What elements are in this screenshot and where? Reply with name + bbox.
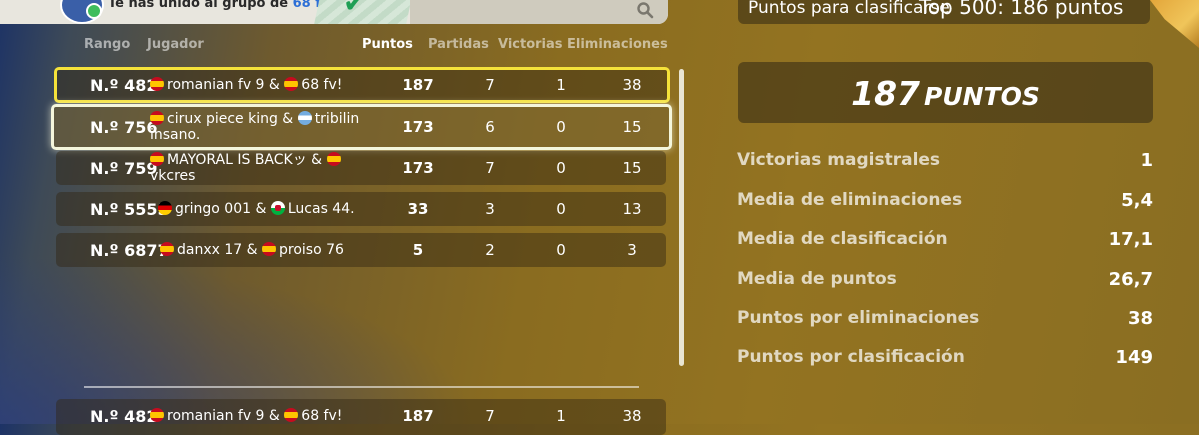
spain-flag-icon: [150, 77, 164, 91]
spain-flag-icon: [150, 152, 164, 166]
row-matches: 7: [485, 76, 495, 94]
row-player-names: cirux piece king & tribilin insano.: [150, 111, 360, 143]
row-matches: 7: [485, 159, 495, 177]
row-eliminations: 15: [622, 159, 642, 177]
row-points: 187: [402, 76, 434, 94]
spain-flag-icon: [326, 152, 341, 166]
stat-label: Media de clasificación: [737, 229, 948, 249]
row-wins: 1: [556, 76, 566, 94]
row-rank: N.º 482: [90, 407, 158, 426]
column-header-rank[interactable]: Rango: [84, 37, 130, 52]
search-icon[interactable]: [636, 1, 654, 19]
corner-artwork: [1150, 0, 1199, 48]
spain-flag-icon: [150, 408, 164, 422]
column-header-player[interactable]: Jugador: [147, 37, 204, 52]
row-player-names: romanian fv 9 & 68 fv!: [150, 77, 342, 93]
qualify-threshold-value: Top 500: 186 puntos: [919, 0, 1124, 19]
row-matches: 7: [485, 407, 495, 425]
row-points: 173: [402, 159, 434, 177]
row-rank: N.º 759: [90, 159, 158, 178]
stat-value: 26,7: [1108, 269, 1153, 290]
row-eliminations: 38: [622, 76, 642, 94]
check-icon: ✔: [343, 0, 367, 19]
row-matches: 2: [485, 241, 495, 259]
stat-label: Puntos por eliminaciones: [737, 308, 980, 328]
row-eliminations: 38: [622, 407, 642, 425]
stat-label: Media de puntos: [737, 269, 897, 289]
stat-value: 1: [1140, 150, 1153, 171]
row-wins: 0: [556, 159, 566, 177]
row-rank: N.º 6877: [90, 241, 169, 260]
online-status-icon: [86, 3, 102, 19]
row-wins: 0: [556, 200, 566, 218]
column-header-eliminations[interactable]: Eliminaciones: [567, 37, 668, 52]
row-points: 173: [402, 118, 434, 136]
spain-flag-icon: [262, 242, 276, 256]
search-bar[interactable]: [410, 0, 668, 24]
column-header-wins[interactable]: Victorias: [498, 37, 563, 52]
row-eliminations: 15: [622, 118, 642, 136]
wales-flag-icon: [270, 201, 285, 215]
row-rank: N.º 482: [90, 76, 158, 95]
stat-label: Puntos por clasificación: [737, 347, 965, 367]
spain-flag-icon: [150, 111, 164, 125]
column-header-points[interactable]: Puntos: [362, 37, 413, 52]
spain-flag-icon: [160, 242, 174, 256]
stat-value: 17,1: [1108, 229, 1153, 250]
row-matches: 6: [485, 118, 495, 136]
divider: [84, 386, 639, 388]
row-wins: 1: [556, 407, 566, 425]
notice-text: Te has unido al grupo de: [108, 0, 293, 11]
stat-label: Media de eliminaciones: [737, 190, 963, 210]
row-points: 5: [412, 241, 424, 259]
scrollbar[interactable]: [679, 69, 684, 366]
total-points-unit: PUNTOS: [924, 82, 1040, 111]
row-points: 33: [407, 200, 429, 218]
column-header-matches[interactable]: Partidas: [428, 37, 489, 52]
stat-value: 149: [1115, 347, 1153, 368]
group-join-notice: Te has unido al grupo de 68 fv!: [108, 0, 335, 11]
argentina-flag-icon: [297, 111, 312, 125]
row-eliminations: 3: [627, 241, 637, 259]
stat-value: 5,4: [1121, 190, 1153, 211]
stat-label: Victorias magistrales: [737, 150, 941, 170]
row-wins: 0: [556, 118, 566, 136]
spain-flag-icon: [284, 77, 299, 91]
row-rank: N.º 5555: [90, 200, 169, 219]
row-matches: 3: [485, 200, 495, 218]
stat-value: 38: [1127, 308, 1153, 329]
row-rank: N.º 756: [90, 118, 158, 137]
row-player-names: danxx 17 & proiso 76: [160, 242, 344, 258]
spain-flag-icon: [284, 408, 299, 422]
total-points: 187 PUNTOS: [738, 74, 1153, 113]
germany-flag-icon: [158, 201, 172, 215]
row-eliminations: 13: [622, 200, 642, 218]
row-points: 187: [402, 407, 434, 425]
row-player-names: MAYORAL IS BACKッ & vkcres: [150, 152, 360, 184]
total-points-number: 187: [851, 74, 921, 113]
row-player-names: romanian fv 9 & 68 fv!: [150, 408, 342, 424]
row-player-names: gringo 001 & Lucas 44.: [158, 201, 355, 217]
row-wins: 0: [556, 241, 566, 259]
